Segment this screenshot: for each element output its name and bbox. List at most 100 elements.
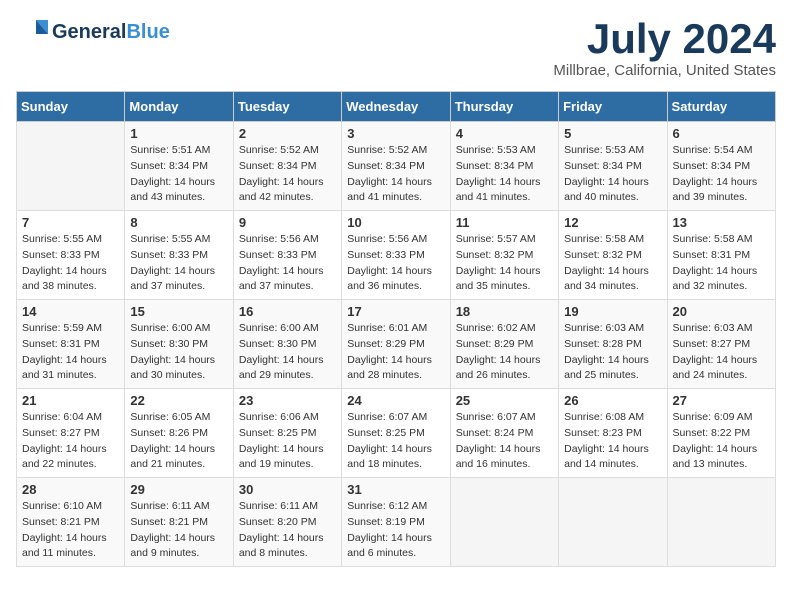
cell-content: Sunrise: 6:00 AM Sunset: 8:30 PM Dayligh…	[130, 321, 227, 384]
day-number: 27	[673, 393, 770, 408]
calendar-cell	[667, 478, 775, 567]
day-number: 11	[456, 215, 553, 230]
day-number: 19	[564, 304, 661, 319]
day-number: 21	[22, 393, 119, 408]
day-number: 4	[456, 126, 553, 141]
day-number: 12	[564, 215, 661, 230]
day-number: 7	[22, 215, 119, 230]
cell-content: Sunrise: 6:11 AM Sunset: 8:21 PM Dayligh…	[130, 499, 227, 562]
logo: GeneralBlue	[16, 16, 170, 48]
logo-icon	[16, 16, 48, 48]
cell-content: Sunrise: 6:02 AM Sunset: 8:29 PM Dayligh…	[456, 321, 553, 384]
calendar-cell: 13 Sunrise: 5:58 AM Sunset: 8:31 PM Dayli…	[667, 211, 775, 300]
cell-content: Sunrise: 6:11 AM Sunset: 8:20 PM Dayligh…	[239, 499, 336, 562]
title-area: July 2024 Millbrae, California, United S…	[553, 16, 776, 79]
calendar-cell: 21 Sunrise: 6:04 AM Sunset: 8:27 PM Dayli…	[17, 389, 125, 478]
header-day-monday: Monday	[125, 92, 233, 122]
calendar-cell: 5 Sunrise: 5:53 AM Sunset: 8:34 PM Daylig…	[559, 122, 667, 211]
cell-content: Sunrise: 5:56 AM Sunset: 8:33 PM Dayligh…	[347, 232, 444, 295]
cell-content: Sunrise: 6:06 AM Sunset: 8:25 PM Dayligh…	[239, 410, 336, 473]
calendar-cell: 26 Sunrise: 6:08 AM Sunset: 8:23 PM Dayli…	[559, 389, 667, 478]
calendar-cell: 28Sunrise: 6:10 AM Sunset: 8:21 PM Dayli…	[17, 478, 125, 567]
cell-content: Sunrise: 6:05 AM Sunset: 8:26 PM Dayligh…	[130, 410, 227, 473]
calendar-cell: 9 Sunrise: 5:56 AM Sunset: 8:33 PM Daylig…	[233, 211, 341, 300]
cell-content: Sunrise: 5:56 AM Sunset: 8:33 PM Dayligh…	[239, 232, 336, 295]
day-number: 1	[130, 126, 227, 141]
cell-content: Sunrise: 5:53 AM Sunset: 8:34 PM Dayligh…	[456, 143, 553, 206]
calendar-week-1: 1 Sunrise: 5:51 AM Sunset: 8:34 PM Daylig…	[17, 122, 776, 211]
calendar-cell: 29 Sunrise: 6:11 AM Sunset: 8:21 PM Dayli…	[125, 478, 233, 567]
day-number: 31	[347, 482, 444, 497]
day-number: 18	[456, 304, 553, 319]
cell-content: Sunrise: 6:00 AM Sunset: 8:30 PM Dayligh…	[239, 321, 336, 384]
calendar-cell: 20Sunrise: 6:03 AM Sunset: 8:27 PM Dayli…	[667, 300, 775, 389]
calendar-cell: 10 Sunrise: 5:56 AM Sunset: 8:33 PM Dayli…	[342, 211, 450, 300]
calendar-week-3: 14Sunrise: 5:59 AM Sunset: 8:31 PM Dayli…	[17, 300, 776, 389]
day-number: 10	[347, 215, 444, 230]
calendar-cell: 24 Sunrise: 6:07 AM Sunset: 8:25 PM Dayli…	[342, 389, 450, 478]
cell-content: Sunrise: 6:03 AM Sunset: 8:28 PM Dayligh…	[564, 321, 661, 384]
calendar-cell: 8Sunrise: 5:55 AM Sunset: 8:33 PM Daylig…	[125, 211, 233, 300]
calendar-cell: 4 Sunrise: 5:53 AM Sunset: 8:34 PM Daylig…	[450, 122, 558, 211]
calendar-cell: 7Sunrise: 5:55 AM Sunset: 8:33 PM Daylig…	[17, 211, 125, 300]
logo-name: GeneralBlue	[52, 21, 170, 43]
calendar-cell: 31 Sunrise: 6:12 AM Sunset: 8:19 PM Dayli…	[342, 478, 450, 567]
calendar-cell: 6 Sunrise: 5:54 AM Sunset: 8:34 PM Daylig…	[667, 122, 775, 211]
cell-content: Sunrise: 6:01 AM Sunset: 8:29 PM Dayligh…	[347, 321, 444, 384]
header-day-tuesday: Tuesday	[233, 92, 341, 122]
calendar-cell: 2 Sunrise: 5:52 AM Sunset: 8:34 PM Daylig…	[233, 122, 341, 211]
header-day-friday: Friday	[559, 92, 667, 122]
cell-content: Sunrise: 6:04 AM Sunset: 8:27 PM Dayligh…	[22, 410, 119, 473]
cell-content: Sunrise: 5:57 AM Sunset: 8:32 PM Dayligh…	[456, 232, 553, 295]
cell-content: Sunrise: 5:51 AM Sunset: 8:34 PM Dayligh…	[130, 143, 227, 206]
calendar-cell: 30Sunrise: 6:11 AM Sunset: 8:20 PM Dayli…	[233, 478, 341, 567]
cell-content: Sunrise: 5:54 AM Sunset: 8:34 PM Dayligh…	[673, 143, 770, 206]
day-number: 6	[673, 126, 770, 141]
day-number: 23	[239, 393, 336, 408]
calendar-cell	[17, 122, 125, 211]
calendar-cell: 15 Sunrise: 6:00 AM Sunset: 8:30 PM Dayli…	[125, 300, 233, 389]
cell-content: Sunrise: 5:52 AM Sunset: 8:34 PM Dayligh…	[239, 143, 336, 206]
day-number: 9	[239, 215, 336, 230]
day-number: 17	[347, 304, 444, 319]
day-number: 20	[673, 304, 770, 319]
day-number: 26	[564, 393, 661, 408]
cell-content: Sunrise: 6:07 AM Sunset: 8:25 PM Dayligh…	[347, 410, 444, 473]
calendar-cell	[450, 478, 558, 567]
header-row: SundayMondayTuesdayWednesdayThursdayFrid…	[17, 92, 776, 122]
calendar-cell: 18 Sunrise: 6:02 AM Sunset: 8:29 PM Dayli…	[450, 300, 558, 389]
header-day-sunday: Sunday	[17, 92, 125, 122]
cell-content: Sunrise: 6:10 AM Sunset: 8:21 PM Dayligh…	[22, 499, 119, 562]
header: GeneralBlue July 2024 Millbrae, Californ…	[16, 16, 776, 79]
cell-content: Sunrise: 5:58 AM Sunset: 8:32 PM Dayligh…	[564, 232, 661, 295]
cell-content: Sunrise: 5:59 AM Sunset: 8:31 PM Dayligh…	[22, 321, 119, 384]
day-number: 15	[130, 304, 227, 319]
calendar-cell: 3 Sunrise: 5:52 AM Sunset: 8:34 PM Daylig…	[342, 122, 450, 211]
cell-content: Sunrise: 5:52 AM Sunset: 8:34 PM Dayligh…	[347, 143, 444, 206]
day-number: 3	[347, 126, 444, 141]
calendar-cell: 16 Sunrise: 6:00 AM Sunset: 8:30 PM Dayli…	[233, 300, 341, 389]
day-number: 2	[239, 126, 336, 141]
calendar-cell: 17 Sunrise: 6:01 AM Sunset: 8:29 PM Dayli…	[342, 300, 450, 389]
calendar-cell: 22 Sunrise: 6:05 AM Sunset: 8:26 PM Dayli…	[125, 389, 233, 478]
day-number: 8	[130, 215, 227, 230]
day-number: 16	[239, 304, 336, 319]
cell-content: Sunrise: 6:08 AM Sunset: 8:23 PM Dayligh…	[564, 410, 661, 473]
cell-content: Sunrise: 5:53 AM Sunset: 8:34 PM Dayligh…	[564, 143, 661, 206]
location-title: Millbrae, California, United States	[553, 62, 776, 79]
day-number: 13	[673, 215, 770, 230]
day-number: 29	[130, 482, 227, 497]
calendar-cell: 25Sunrise: 6:07 AM Sunset: 8:24 PM Dayli…	[450, 389, 558, 478]
calendar-cell: 27 Sunrise: 6:09 AM Sunset: 8:22 PM Dayli…	[667, 389, 775, 478]
calendar-cell: 11 Sunrise: 5:57 AM Sunset: 8:32 PM Dayli…	[450, 211, 558, 300]
day-number: 5	[564, 126, 661, 141]
day-number: 25	[456, 393, 553, 408]
day-number: 24	[347, 393, 444, 408]
calendar-cell	[559, 478, 667, 567]
header-day-wednesday: Wednesday	[342, 92, 450, 122]
calendar-cell: 19 Sunrise: 6:03 AM Sunset: 8:28 PM Dayli…	[559, 300, 667, 389]
cell-content: Sunrise: 5:58 AM Sunset: 8:31 PM Dayligh…	[673, 232, 770, 295]
day-number: 22	[130, 393, 227, 408]
cell-content: Sunrise: 6:09 AM Sunset: 8:22 PM Dayligh…	[673, 410, 770, 473]
cell-content: Sunrise: 6:12 AM Sunset: 8:19 PM Dayligh…	[347, 499, 444, 562]
